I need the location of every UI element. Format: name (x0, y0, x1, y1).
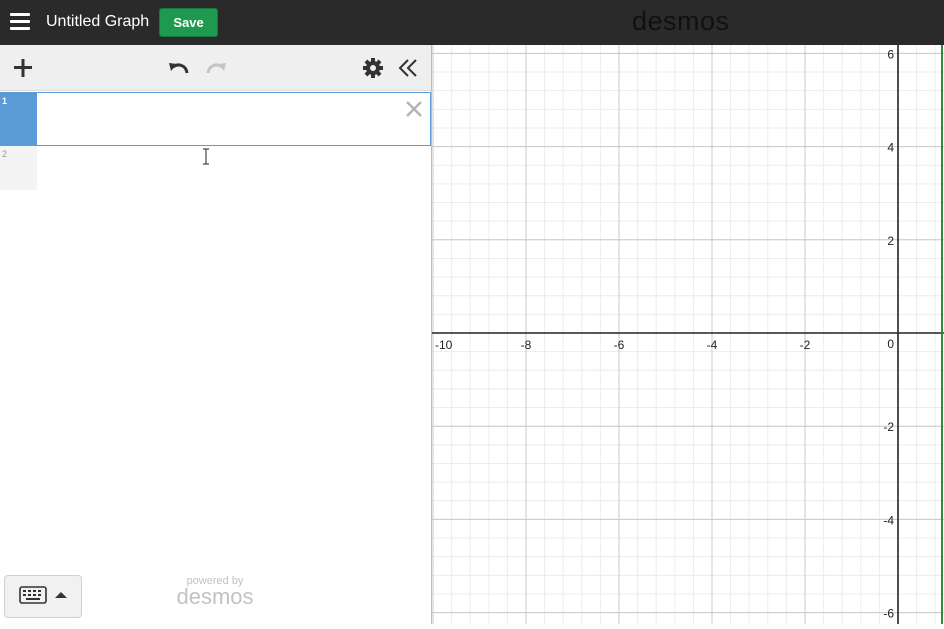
keyboard-icon (19, 586, 47, 604)
graph-paper[interactable]: -10 -8 -6 -4 -2 0 6 4 2 -2 -4 -6 (432, 45, 944, 624)
y-tick-label: -2 (883, 420, 894, 434)
desmos-logo: desmos (632, 6, 730, 36)
save-button[interactable]: Save (159, 8, 218, 37)
graph-title[interactable]: Untitled Graph (46, 13, 149, 31)
x-tick-label: -4 (707, 338, 718, 352)
top-bar: Untitled Graph Save desmos (0, 0, 944, 45)
y-tick-label: -4 (883, 513, 894, 527)
y-tick-label: -6 (883, 607, 894, 621)
graph-canvas[interactable]: -10 -8 -6 -4 -2 0 6 4 2 -2 -4 -6 (432, 45, 944, 624)
y-tick-label: 4 (887, 141, 894, 155)
y-tick-label: 6 (887, 47, 894, 61)
expression-row[interactable]: 1 (0, 92, 431, 146)
origin-label: 0 (887, 337, 894, 351)
expression-number: 1 (0, 93, 37, 145)
plus-icon[interactable] (10, 55, 36, 81)
expression-panel: 1 2 powered by desmos (0, 45, 432, 624)
expression-row[interactable]: 2 (0, 146, 431, 190)
powered-by-logo: desmos (176, 584, 254, 609)
expression-number: 2 (0, 146, 37, 190)
powered-by-desmos: powered by desmos (174, 575, 256, 610)
undo-icon[interactable] (166, 55, 192, 81)
caret-up-icon (55, 592, 67, 598)
keyboard-toggle-button[interactable] (4, 575, 82, 618)
delete-expression-icon[interactable] (404, 99, 424, 119)
redo-icon[interactable] (203, 55, 229, 81)
y-tick-label: 2 (887, 234, 894, 248)
x-tick-label: -10 (435, 338, 453, 352)
x-tick-label: -6 (614, 338, 625, 352)
x-tick-label: -8 (521, 338, 532, 352)
text-cursor-icon (201, 148, 211, 165)
x-tick-label: -2 (800, 338, 811, 352)
hamburger-menu-icon[interactable] (10, 13, 32, 31)
gear-icon[interactable] (360, 55, 386, 81)
collapse-double-chevron-icon[interactable] (396, 55, 422, 81)
expression-toolbar (0, 45, 431, 91)
